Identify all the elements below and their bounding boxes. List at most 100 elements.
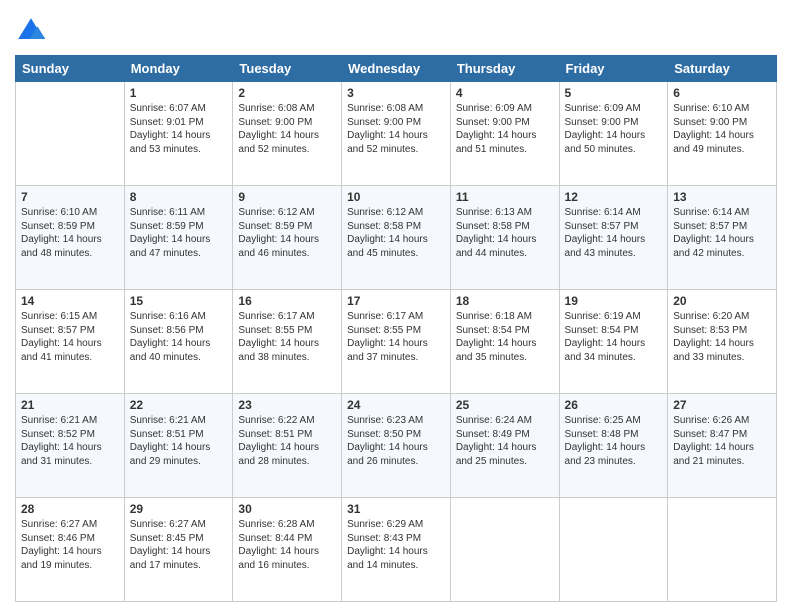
- calendar-cell: 12Sunrise: 6:14 AMSunset: 8:57 PMDayligh…: [559, 186, 668, 290]
- calendar-cell: 22 Sunrise: 6:21 AMSunset: 8:51 PMDayligh…: [124, 394, 233, 498]
- day-number: 18: [456, 294, 554, 308]
- day-number: 4: [456, 86, 554, 100]
- calendar-cell: 23 Sunrise: 6:22 AMSunset: 8:51 PMDayligh…: [233, 394, 342, 498]
- cell-info: Sunrise: 6:27 AMSunset: 8:45 PMDaylight:…: [130, 518, 228, 572]
- calendar-cell: 29 Sunrise: 6:27 AMSunset: 8:45 PMDayligh…: [124, 498, 233, 602]
- cell-info: Sunrise: 6:27 AMSunset: 8:46 PMDaylight:…: [21, 518, 119, 572]
- calendar-cell: 8 Sunrise: 6:11 AMSunset: 8:59 PMDaylight…: [124, 186, 233, 290]
- cell-info: Sunrise: 6:07 AMSunset: 9:01 PMDaylight:…: [130, 102, 228, 156]
- cell-info: Sunrise: 6:19 AMSunset: 8:54 PMDaylight:…: [565, 310, 663, 364]
- calendar-cell: 24 Sunrise: 6:23 AMSunset: 8:50 PMDayligh…: [342, 394, 451, 498]
- day-number: 13: [673, 190, 771, 204]
- calendar-cell: [450, 498, 559, 602]
- day-number: 10: [347, 190, 445, 204]
- calendar-cell: 2 Sunrise: 6:08 AMSunset: 9:00 PMDaylight…: [233, 82, 342, 186]
- calendar-cell: [559, 498, 668, 602]
- calendar-table: SundayMondayTuesdayWednesdayThursdayFrid…: [15, 55, 777, 602]
- day-number: 17: [347, 294, 445, 308]
- cell-info: Sunrise: 6:08 AMSunset: 9:00 PMDaylight:…: [238, 102, 336, 156]
- calendar-cell: [16, 82, 125, 186]
- calendar-cell: 25Sunrise: 6:24 AMSunset: 8:49 PMDayligh…: [450, 394, 559, 498]
- cell-info: Sunrise: 6:12 AMSunset: 8:59 PMDaylight:…: [238, 206, 336, 260]
- calendar-cell: 17 Sunrise: 6:17 AMSunset: 8:55 PMDayligh…: [342, 290, 451, 394]
- day-number: 8: [130, 190, 228, 204]
- calendar-cell: 31 Sunrise: 6:29 AMSunset: 8:43 PMDayligh…: [342, 498, 451, 602]
- calendar-week-row: 21 Sunrise: 6:21 AMSunset: 8:52 PMDayligh…: [16, 394, 777, 498]
- cell-info: Sunrise: 6:22 AMSunset: 8:51 PMDaylight:…: [238, 414, 336, 468]
- cell-info: Sunrise: 6:11 AMSunset: 8:59 PMDaylight:…: [130, 206, 228, 260]
- calendar-cell: 28Sunrise: 6:27 AMSunset: 8:46 PMDayligh…: [16, 498, 125, 602]
- calendar-cell: 9 Sunrise: 6:12 AMSunset: 8:59 PMDaylight…: [233, 186, 342, 290]
- calendar-cell: 4 Sunrise: 6:09 AMSunset: 9:00 PMDaylight…: [450, 82, 559, 186]
- cell-info: Sunrise: 6:17 AMSunset: 8:55 PMDaylight:…: [238, 310, 336, 364]
- calendar-cell: 6 Sunrise: 6:10 AMSunset: 9:00 PMDaylight…: [668, 82, 777, 186]
- page: SundayMondayTuesdayWednesdayThursdayFrid…: [0, 0, 792, 612]
- cell-info: Sunrise: 6:12 AMSunset: 8:58 PMDaylight:…: [347, 206, 445, 260]
- cell-info: Sunrise: 6:08 AMSunset: 9:00 PMDaylight:…: [347, 102, 445, 156]
- cell-info: Sunrise: 6:29 AMSunset: 8:43 PMDaylight:…: [347, 518, 445, 572]
- cell-info: Sunrise: 6:26 AMSunset: 8:47 PMDaylight:…: [673, 414, 771, 468]
- day-number: 5: [565, 86, 663, 100]
- calendar-week-row: 14 Sunrise: 6:15 AMSunset: 8:57 PMDayligh…: [16, 290, 777, 394]
- calendar-cell: 1Sunrise: 6:07 AMSunset: 9:01 PMDaylight…: [124, 82, 233, 186]
- calendar-cell: 5 Sunrise: 6:09 AMSunset: 9:00 PMDaylight…: [559, 82, 668, 186]
- day-number: 3: [347, 86, 445, 100]
- cell-info: Sunrise: 6:09 AMSunset: 9:00 PMDaylight:…: [456, 102, 554, 156]
- calendar-weekday-thursday: Thursday: [450, 56, 559, 82]
- day-number: 12: [565, 190, 663, 204]
- cell-info: Sunrise: 6:25 AMSunset: 8:48 PMDaylight:…: [565, 414, 663, 468]
- calendar-weekday-tuesday: Tuesday: [233, 56, 342, 82]
- day-number: 7: [21, 190, 119, 204]
- day-number: 6: [673, 86, 771, 100]
- day-number: 19: [565, 294, 663, 308]
- cell-info: Sunrise: 6:10 AMSunset: 9:00 PMDaylight:…: [673, 102, 771, 156]
- day-number: 20: [673, 294, 771, 308]
- calendar-cell: 15Sunrise: 6:16 AMSunset: 8:56 PMDayligh…: [124, 290, 233, 394]
- cell-info: Sunrise: 6:09 AMSunset: 9:00 PMDaylight:…: [565, 102, 663, 156]
- day-number: 29: [130, 502, 228, 516]
- calendar-cell: [668, 498, 777, 602]
- calendar-weekday-saturday: Saturday: [668, 56, 777, 82]
- calendar-week-row: 1Sunrise: 6:07 AMSunset: 9:01 PMDaylight…: [16, 82, 777, 186]
- cell-info: Sunrise: 6:14 AMSunset: 8:57 PMDaylight:…: [673, 206, 771, 260]
- calendar-cell: 13 Sunrise: 6:14 AMSunset: 8:57 PMDayligh…: [668, 186, 777, 290]
- cell-info: Sunrise: 6:13 AMSunset: 8:58 PMDaylight:…: [456, 206, 554, 260]
- logo-icon: [15, 15, 47, 47]
- calendar-cell: 11 Sunrise: 6:13 AMSunset: 8:58 PMDayligh…: [450, 186, 559, 290]
- day-number: 11: [456, 190, 554, 204]
- day-number: 31: [347, 502, 445, 516]
- day-number: 30: [238, 502, 336, 516]
- cell-info: Sunrise: 6:17 AMSunset: 8:55 PMDaylight:…: [347, 310, 445, 364]
- cell-info: Sunrise: 6:18 AMSunset: 8:54 PMDaylight:…: [456, 310, 554, 364]
- cell-info: Sunrise: 6:21 AMSunset: 8:52 PMDaylight:…: [21, 414, 119, 468]
- calendar-cell: 10 Sunrise: 6:12 AMSunset: 8:58 PMDayligh…: [342, 186, 451, 290]
- calendar-cell: 3 Sunrise: 6:08 AMSunset: 9:00 PMDaylight…: [342, 82, 451, 186]
- calendar-cell: 20 Sunrise: 6:20 AMSunset: 8:53 PMDayligh…: [668, 290, 777, 394]
- day-number: 22: [130, 398, 228, 412]
- header: [15, 15, 777, 47]
- day-number: 14: [21, 294, 119, 308]
- calendar-weekday-sunday: Sunday: [16, 56, 125, 82]
- cell-info: Sunrise: 6:16 AMSunset: 8:56 PMDaylight:…: [130, 310, 228, 364]
- day-number: 16: [238, 294, 336, 308]
- day-number: 21: [21, 398, 119, 412]
- calendar-cell: 21 Sunrise: 6:21 AMSunset: 8:52 PMDayligh…: [16, 394, 125, 498]
- day-number: 2: [238, 86, 336, 100]
- calendar-weekday-friday: Friday: [559, 56, 668, 82]
- cell-info: Sunrise: 6:21 AMSunset: 8:51 PMDaylight:…: [130, 414, 228, 468]
- calendar-cell: 7 Sunrise: 6:10 AMSunset: 8:59 PMDaylight…: [16, 186, 125, 290]
- cell-info: Sunrise: 6:15 AMSunset: 8:57 PMDaylight:…: [21, 310, 119, 364]
- day-number: 9: [238, 190, 336, 204]
- cell-info: Sunrise: 6:20 AMSunset: 8:53 PMDaylight:…: [673, 310, 771, 364]
- calendar-weekday-wednesday: Wednesday: [342, 56, 451, 82]
- day-number: 24: [347, 398, 445, 412]
- day-number: 27: [673, 398, 771, 412]
- calendar-cell: 19 Sunrise: 6:19 AMSunset: 8:54 PMDayligh…: [559, 290, 668, 394]
- calendar-cell: 30Sunrise: 6:28 AMSunset: 8:44 PMDayligh…: [233, 498, 342, 602]
- logo: [15, 15, 51, 47]
- day-number: 23: [238, 398, 336, 412]
- cell-info: Sunrise: 6:10 AMSunset: 8:59 PMDaylight:…: [21, 206, 119, 260]
- calendar-cell: 26Sunrise: 6:25 AMSunset: 8:48 PMDayligh…: [559, 394, 668, 498]
- cell-info: Sunrise: 6:23 AMSunset: 8:50 PMDaylight:…: [347, 414, 445, 468]
- cell-info: Sunrise: 6:24 AMSunset: 8:49 PMDaylight:…: [456, 414, 554, 468]
